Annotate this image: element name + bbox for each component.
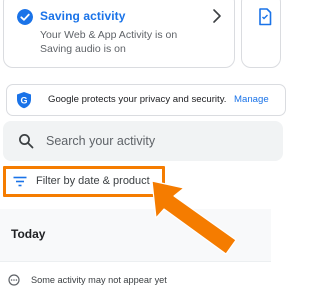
chevron-right-icon[interactable] — [212, 7, 222, 25]
filter-icon — [13, 176, 27, 187]
shield-icon: G — [17, 92, 31, 109]
audio-saving-status: Saving audio is on — [40, 43, 126, 55]
manage-link[interactable]: Manage — [234, 94, 269, 105]
document-icon — [259, 8, 272, 26]
check-icon — [17, 9, 33, 25]
more-info-icon — [8, 274, 20, 286]
today-heading: Today — [11, 227, 46, 241]
filter-label: Filter by date & product — [36, 175, 150, 187]
search-input[interactable] — [46, 131, 246, 151]
privacy-message: Google protects your privacy and securit… — [48, 94, 227, 105]
search-icon[interactable] — [18, 133, 34, 149]
activity-delay-notice: Some activity may not appear yet — [31, 275, 167, 285]
web-app-activity-status: Your Web & App Activity is on — [40, 29, 178, 41]
svg-text:G: G — [20, 95, 27, 105]
annotation-arrow-icon — [151, 180, 237, 255]
divider — [0, 261, 271, 262]
saving-activity-title: Saving activity — [40, 9, 126, 23]
